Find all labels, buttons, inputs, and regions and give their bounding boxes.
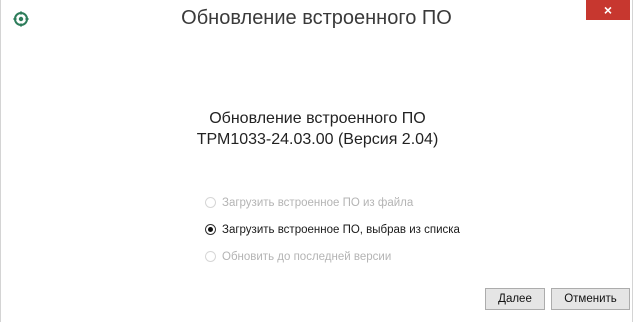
close-button[interactable]: × xyxy=(586,0,630,20)
next-button[interactable]: Далее xyxy=(485,288,545,310)
option-update-latest[interactable]: Обновить до последней версии xyxy=(205,247,460,266)
option-label: Обновить до последней версии xyxy=(222,250,392,263)
cancel-button[interactable]: Отменить xyxy=(551,288,630,310)
window-title: Обновление встроенного ПО xyxy=(181,7,452,29)
title-bar: Обновление встроенного ПО × xyxy=(1,0,632,38)
radio-button[interactable] xyxy=(205,224,216,235)
radio-button[interactable] xyxy=(205,251,216,262)
option-label: Загрузить встроенное ПО, выбрав из списк… xyxy=(222,223,460,236)
radio-button[interactable] xyxy=(205,197,216,208)
update-options-group: Загрузить встроенное ПО из файла Загрузи… xyxy=(205,193,460,274)
device-version: ТРМ1033-24.03.00 (Версия 2.04) xyxy=(196,131,439,148)
option-load-from-file[interactable]: Загрузить встроенное ПО из файла xyxy=(205,193,460,212)
firmware-heading: Обновление встроенного ПО xyxy=(209,110,426,127)
close-icon: × xyxy=(603,2,613,18)
option-choose-from-list[interactable]: Загрузить встроенное ПО, выбрав из списк… xyxy=(205,220,460,239)
option-label: Загрузить встроенное ПО из файла xyxy=(222,196,414,209)
dialog-window: Обновление встроенного ПО × Обновление в… xyxy=(0,0,633,322)
